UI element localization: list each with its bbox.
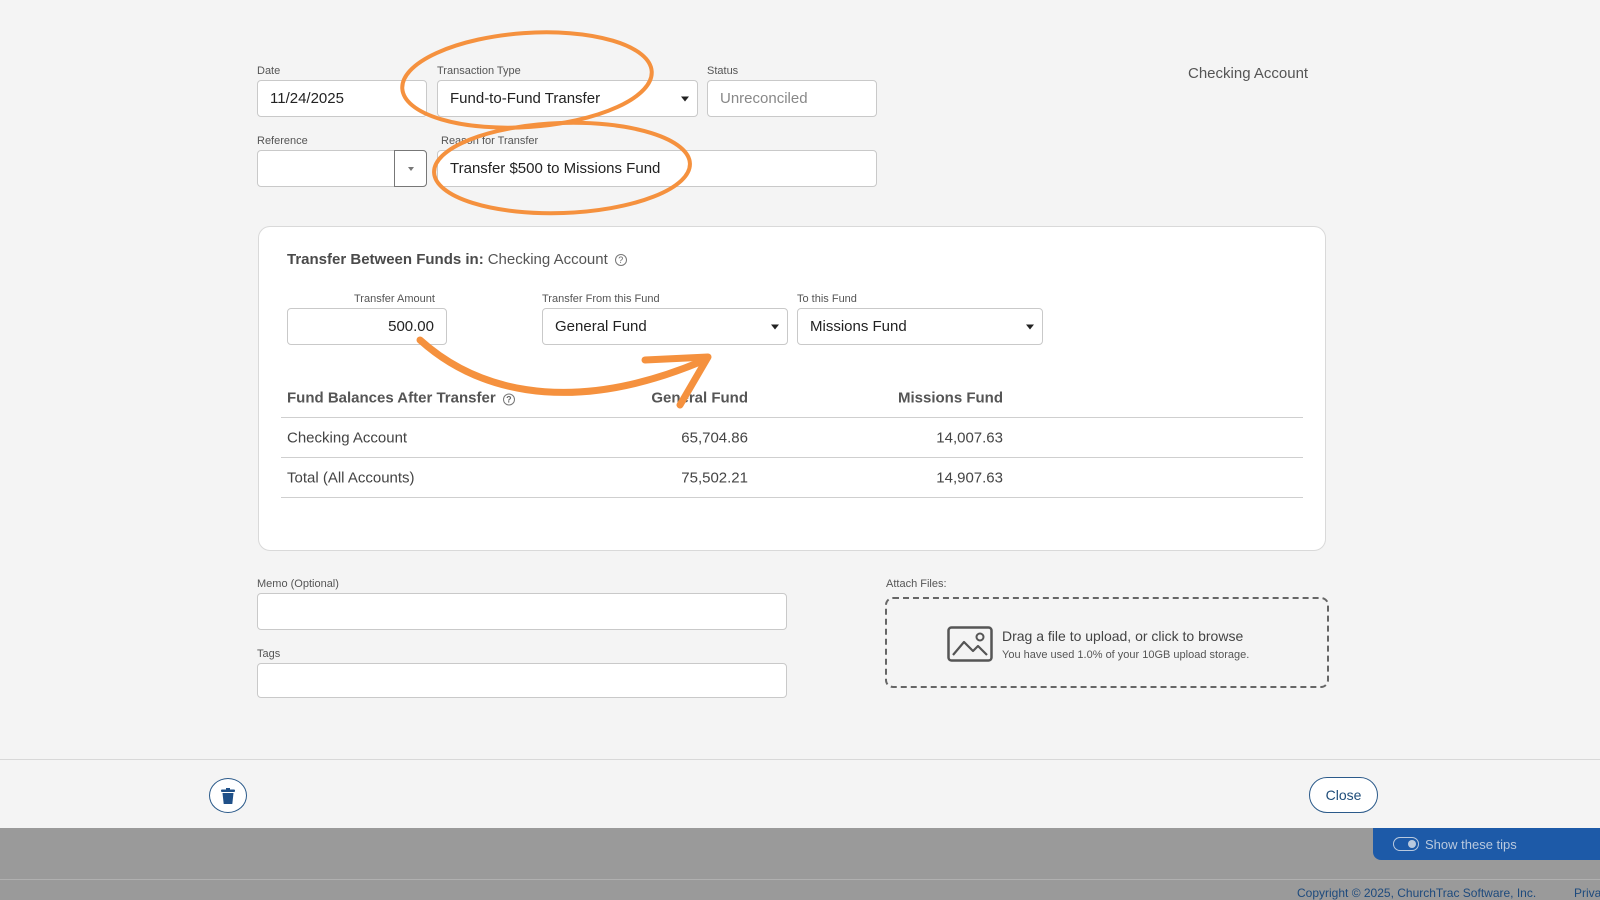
attach-label: Attach Files: (886, 578, 947, 590)
privacy-link[interactable]: Priva (1574, 886, 1600, 900)
table-cell: Checking Account (287, 429, 408, 446)
modal-footer: Close (0, 759, 1600, 828)
status-field: Unreconciled (707, 80, 877, 117)
file-dropzone[interactable]: Drag a file to upload, or click to brows… (885, 597, 1329, 688)
reason-input[interactable]: Transfer $500 to Missions Fund (437, 150, 877, 187)
date-input[interactable]: 11/24/2025 (257, 80, 427, 117)
panel-title: Transfer Between Funds in: Checking Acco… (287, 251, 627, 268)
show-tips-toggle[interactable]: Show these tips (1373, 828, 1600, 860)
tags-label: Tags (257, 648, 281, 660)
panel-title-bold: Transfer Between Funds in: (287, 251, 484, 268)
from-fund-label: Transfer From this Fund (542, 293, 660, 305)
dropzone-storage-text: You have used 1.0% of your 10GB upload s… (1002, 649, 1250, 661)
chevron-down-icon (1026, 324, 1034, 329)
transfer-amount-input[interactable]: 500.00 (287, 308, 447, 345)
from-fund-value: General Fund (555, 318, 647, 335)
status-label: Status (707, 65, 739, 77)
memo-input[interactable] (257, 593, 787, 630)
transfer-panel: Transfer Between Funds in: Checking Acco… (258, 226, 1326, 551)
table-header-row: Fund Balances After Transfer ? General F… (281, 379, 1303, 418)
chevron-down-icon (771, 324, 779, 329)
memo-label: Memo (Optional) (257, 578, 339, 590)
date-label: Date (257, 65, 281, 77)
fund-balances-header: Fund Balances After Transfer (287, 389, 496, 407)
tips-label: Show these tips (1425, 836, 1517, 852)
reference-dropdown-button[interactable] (394, 150, 427, 187)
transaction-type-label: Transaction Type (437, 65, 521, 77)
transaction-type-value: Fund-to-Fund Transfer (450, 90, 601, 107)
reference-input[interactable] (257, 150, 427, 187)
trash-icon (221, 788, 235, 804)
question-circle-icon[interactable]: ? (502, 393, 515, 406)
table-row: Total (All Accounts) 75,502.21 14,907.63 (281, 458, 1303, 498)
table-cell: 14,007.63 (936, 429, 1003, 446)
question-circle-icon[interactable]: ? (614, 253, 627, 266)
from-fund-select[interactable]: General Fund (542, 308, 788, 345)
page-footer-background: Show these tips Copyright © 2025, Church… (0, 828, 1600, 900)
to-fund-label: To this Fund (797, 293, 857, 305)
account-name: Checking Account (1188, 65, 1309, 82)
table-cell: 14,907.63 (936, 469, 1003, 486)
fund-balances-table: Fund Balances After Transfer ? General F… (281, 379, 1303, 498)
chevron-down-icon (408, 166, 414, 171)
toggle-icon[interactable] (1393, 837, 1419, 851)
transaction-type-select[interactable]: Fund-to-Fund Transfer (437, 80, 698, 117)
to-fund-value: Missions Fund (810, 318, 907, 335)
table-row: Checking Account 65,704.86 14,007.63 (281, 418, 1303, 458)
to-fund-select[interactable]: Missions Fund (797, 308, 1043, 345)
table-cell: 65,704.86 (681, 429, 748, 446)
dropzone-main-text: Drag a file to upload, or click to brows… (1002, 628, 1244, 644)
reason-label: Reason for Transfer (441, 135, 539, 147)
transfer-amount-label: Transfer Amount (354, 293, 435, 305)
image-icon (947, 626, 993, 662)
copyright-text[interactable]: Copyright © 2025, ChurchTrac Software, I… (1297, 886, 1536, 900)
reference-label: Reference (257, 135, 308, 147)
close-button[interactable]: Close (1309, 777, 1378, 813)
tags-input[interactable] (257, 663, 787, 698)
table-header: Fund Balances After Transfer ? (287, 390, 515, 407)
table-cell: 75,502.21 (681, 469, 748, 486)
table-header: Missions Fund (898, 389, 1003, 407)
table-header: General Fund (651, 389, 748, 407)
delete-button[interactable] (209, 778, 247, 813)
divider (0, 879, 1600, 880)
panel-title-account: Checking Account (487, 251, 608, 268)
chevron-down-icon (681, 96, 689, 101)
table-cell: Total (All Accounts) (287, 469, 415, 486)
